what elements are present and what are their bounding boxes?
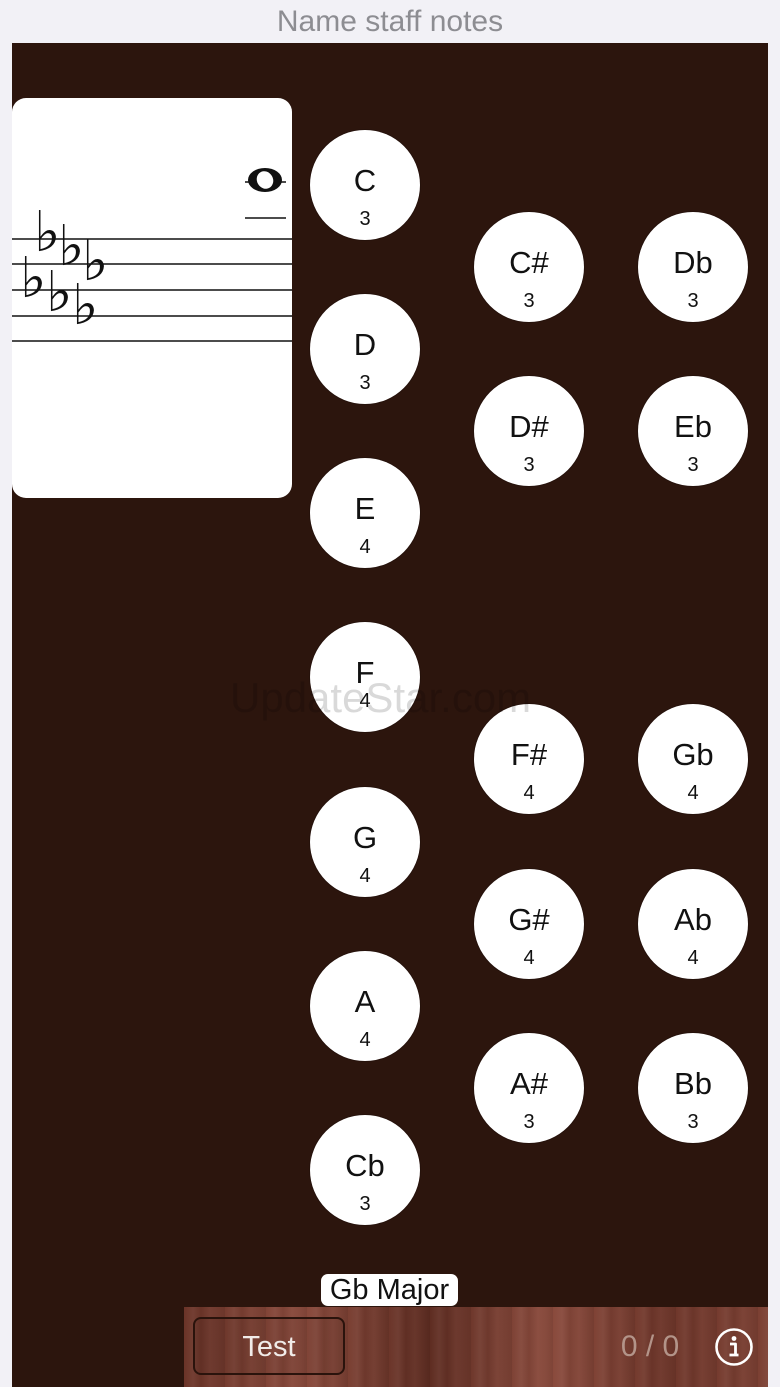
note-button-cb[interactable]: Cb 3 — [310, 1115, 420, 1225]
note-octave: 3 — [523, 290, 535, 312]
note-button-b-flat[interactable]: Bb 3 — [638, 1033, 748, 1143]
note-octave: 3 — [523, 454, 535, 476]
note-name: Eb — [674, 409, 712, 444]
flat-icon: ♭ — [20, 246, 46, 311]
score-counter: 0 / 0 — [620, 1330, 680, 1363]
info-circle-icon[interactable] — [714, 1327, 754, 1367]
note-button-g-flat[interactable]: Gb 4 — [638, 704, 748, 814]
note-button-e[interactable]: E 4 — [310, 458, 420, 568]
note-button-f[interactable]: F 4 — [310, 622, 420, 732]
note-name: F — [355, 655, 375, 690]
note-button-d-sharp[interactable]: D# 3 — [474, 376, 584, 486]
note-octave: 3 — [687, 290, 699, 312]
note-name: Ab — [674, 902, 712, 937]
note-button-e-flat[interactable]: Eb 3 — [638, 376, 748, 486]
note-button-d[interactable]: D 3 — [310, 294, 420, 404]
note-name: D# — [509, 409, 549, 444]
note-name: F# — [510, 737, 548, 772]
test-button[interactable]: Test — [193, 1317, 345, 1375]
note-name: Bb — [674, 1066, 712, 1101]
page-title: Name staff notes — [276, 5, 504, 38]
note-name: Db — [673, 245, 713, 280]
note-name: C — [353, 163, 377, 198]
note-octave: 4 — [359, 536, 371, 558]
note-button-d-flat[interactable]: Db 3 — [638, 212, 748, 322]
note-name: G — [352, 820, 378, 855]
note-octave: 4 — [523, 782, 535, 804]
note-button-g[interactable]: G 4 — [310, 787, 420, 897]
key-signature-flats: ♭ ♭ ♭ ♭ ♭ ♭ — [20, 200, 108, 338]
note-octave: 4 — [687, 947, 699, 969]
note-name: A — [354, 984, 376, 1019]
note-button-c-sharp[interactable]: C# 3 — [474, 212, 584, 322]
note-octave: 3 — [523, 1111, 535, 1133]
note-octave: 4 — [359, 690, 371, 712]
note-name: D — [353, 327, 377, 362]
note-button-a-sharp[interactable]: A# 3 — [474, 1033, 584, 1143]
whole-note — [248, 168, 282, 192]
note-name: A# — [510, 1066, 548, 1101]
note-octave: 3 — [359, 208, 371, 230]
note-octave: 4 — [359, 865, 371, 887]
note-name: Cb — [345, 1148, 385, 1183]
note-button-g-sharp[interactable]: G# 4 — [474, 869, 584, 979]
note-octave: 3 — [359, 372, 371, 394]
note-name: E — [354, 491, 376, 526]
note-name: G# — [508, 902, 550, 937]
note-octave: 3 — [687, 454, 699, 476]
key-signature-label: Gb Major — [321, 1274, 458, 1306]
note-button-f-sharp[interactable]: F# 4 — [474, 704, 584, 814]
note-name: Gb — [672, 737, 714, 772]
note-name: C# — [509, 245, 549, 280]
note-octave: 4 — [523, 947, 535, 969]
flat-icon: ♭ — [72, 273, 98, 338]
note-button-c[interactable]: C 3 — [310, 130, 420, 240]
note-octave: 4 — [359, 1029, 371, 1051]
staff-card: ♭ ♭ ♭ ♭ ♭ ♭ — [12, 98, 292, 498]
flat-icon: ♭ — [46, 260, 72, 325]
note-octave: 3 — [687, 1111, 699, 1133]
note-octave: 4 — [687, 782, 699, 804]
note-octave: 3 — [359, 1193, 371, 1215]
note-button-a[interactable]: A 4 — [310, 951, 420, 1061]
note-button-a-flat[interactable]: Ab 4 — [638, 869, 748, 979]
staff-notation: ♭ ♭ ♭ ♭ ♭ ♭ — [12, 168, 292, 342]
